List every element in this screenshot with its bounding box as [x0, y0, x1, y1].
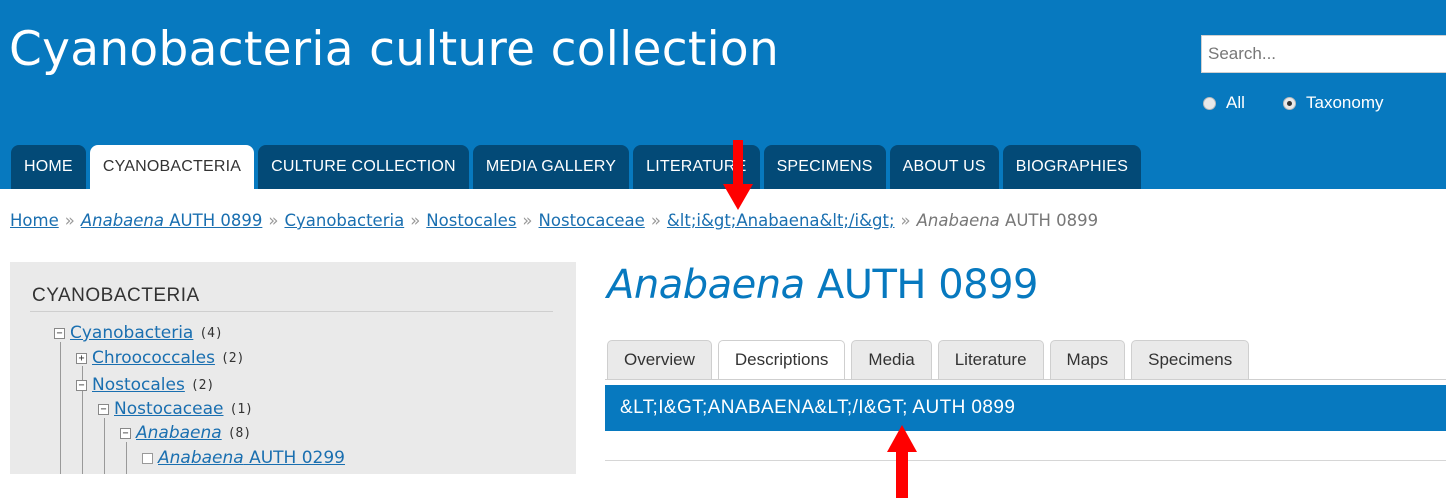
sidebar-title: CYANOBACTERIA: [32, 285, 200, 306]
breadcrumb-separator: »: [650, 211, 661, 230]
tree-count: (1): [229, 401, 253, 417]
breadcrumb-separator: »: [900, 211, 911, 230]
page-title-text: AUTH 0899: [804, 262, 1039, 308]
tree-item-chroococcales: + Chroococcales (2): [76, 348, 244, 368]
tab-biographies[interactable]: BIOGRAPHIES: [1002, 145, 1142, 189]
breadcrumb-separator: »: [64, 211, 75, 230]
tree-connector: [104, 418, 105, 474]
radio-taxonomy-label: Taxonomy: [1306, 93, 1384, 112]
tab-specimens-content[interactable]: Specimens: [1131, 340, 1250, 379]
content-divider: [605, 460, 1446, 461]
tab-specimens[interactable]: SPECIMENS: [763, 145, 886, 189]
radio-all-label: All: [1226, 93, 1245, 112]
tree-link-cyanobacteria[interactable]: Cyanobacteria: [70, 323, 193, 343]
breadcrumb-separator: »: [268, 211, 279, 230]
tree-count: (2): [190, 377, 215, 393]
breadcrumb-nostocaceae[interactable]: Nostocaceae: [539, 211, 645, 230]
tab-maps[interactable]: Maps: [1049, 340, 1126, 379]
breadcrumb-anabaena-auth-0899[interactable]: Anabaena AUTH 0899: [81, 211, 263, 230]
main-nav: HOME CYANOBACTERIA CULTURE COLLECTION ME…: [11, 145, 1142, 189]
breadcrumb-escaped-anabaena[interactable]: &lt;i&gt;Anabaena&lt;/i&gt;: [667, 211, 895, 230]
content-tabs: Overview Descriptions Media Literature M…: [607, 340, 1250, 379]
tree-link-nostocaceae[interactable]: Nostocaceae: [114, 399, 224, 419]
tab-descriptions[interactable]: Descriptions: [717, 340, 846, 379]
breadcrumb-italic-part: Anabaena: [80, 211, 165, 230]
tab-home[interactable]: HOME: [11, 145, 86, 189]
site-title[interactable]: Cyanobacteria culture collection: [9, 22, 779, 77]
tab-cyanobacteria[interactable]: CYANOBACTERIA: [89, 145, 255, 189]
breadcrumb-current: Anabaena AUTH 0899: [917, 211, 1099, 230]
tree-item-anabaena-auth-0299: Anabaena AUTH 0299: [142, 448, 345, 468]
arrow-up-icon: [887, 425, 917, 498]
breadcrumb: Home » Anabaena AUTH 0899 » Cyanobacteria » No…: [10, 211, 1098, 230]
leaf-node-icon: [142, 452, 153, 464]
tab-media-gallery[interactable]: MEDIA GALLERY: [472, 145, 630, 189]
search-scope-all[interactable]: All: [1203, 92, 1245, 114]
sidebar-divider: [30, 311, 553, 312]
breadcrumb-nostocales[interactable]: Nostocales: [426, 211, 516, 230]
breadcrumb-text-part: AUTH 0899: [164, 211, 263, 230]
description-heading-bar: &LT;I&GT;ANABAENA&LT;/I&GT; AUTH 0899: [605, 385, 1446, 431]
tab-media[interactable]: Media: [851, 340, 932, 379]
tabs-baseline: [605, 379, 1446, 380]
arrow-down-icon: [723, 140, 753, 210]
tree-connector: [126, 442, 127, 474]
page-title-italic: Anabaena: [607, 262, 805, 308]
collapse-icon[interactable]: −: [98, 403, 109, 415]
tree-item-nostocaceae: − Nostocaceae (1): [98, 399, 253, 419]
collapse-icon[interactable]: −: [54, 327, 65, 339]
radio-taxonomy-icon[interactable]: [1283, 96, 1296, 110]
tab-literature-content[interactable]: Literature: [937, 340, 1044, 379]
breadcrumb-current-italic: Anabaena: [916, 211, 1000, 230]
tree-item-cyanobacteria: − Cyanobacteria (4): [54, 323, 223, 343]
tab-overview[interactable]: Overview: [607, 340, 712, 379]
tree-connector: [60, 342, 61, 474]
page-title: Anabaena AUTH 0899: [607, 262, 1039, 308]
tree-item-anabaena: − Anabaena (8): [120, 423, 251, 443]
tree-link-italic-part: Anabaena: [158, 448, 244, 468]
breadcrumb-cyanobacteria[interactable]: Cyanobacteria: [284, 211, 404, 230]
collapse-icon[interactable]: −: [120, 427, 131, 439]
search-scope-taxonomy[interactable]: Taxonomy: [1283, 92, 1383, 114]
tab-about-us[interactable]: ABOUT US: [889, 145, 999, 189]
breadcrumb-current-text: AUTH 0899: [999, 211, 1099, 230]
tree-link-anabaena-auth-0299[interactable]: Anabaena AUTH 0299: [158, 448, 345, 468]
collapse-icon[interactable]: −: [76, 379, 87, 391]
radio-all-icon[interactable]: [1203, 96, 1216, 110]
tree-count: (2): [220, 350, 245, 366]
search-input[interactable]: [1201, 35, 1446, 73]
tree-link-text-part: AUTH 0299: [243, 448, 345, 468]
tree-count: (4): [199, 325, 223, 341]
tree-count: (8): [227, 425, 252, 441]
tab-culture-collection[interactable]: CULTURE COLLECTION: [258, 145, 469, 189]
sidebar-taxonomy-block: CYANOBACTERIA − Cyanobacteria (4) + Chro…: [10, 262, 576, 474]
breadcrumb-separator: »: [410, 211, 421, 230]
breadcrumb-home[interactable]: Home: [10, 211, 59, 230]
breadcrumb-separator: »: [522, 211, 533, 230]
tree-link-chroococcales[interactable]: Chroococcales: [92, 348, 215, 368]
tree-link-nostocales[interactable]: Nostocales: [92, 375, 185, 395]
expand-icon[interactable]: +: [76, 352, 87, 364]
description-heading: &LT;I&GT;ANABAENA&LT;/I&GT; AUTH 0899: [620, 397, 1016, 418]
tree-link-anabaena[interactable]: Anabaena: [136, 423, 222, 443]
tree-item-nostocales: − Nostocales (2): [76, 375, 214, 395]
